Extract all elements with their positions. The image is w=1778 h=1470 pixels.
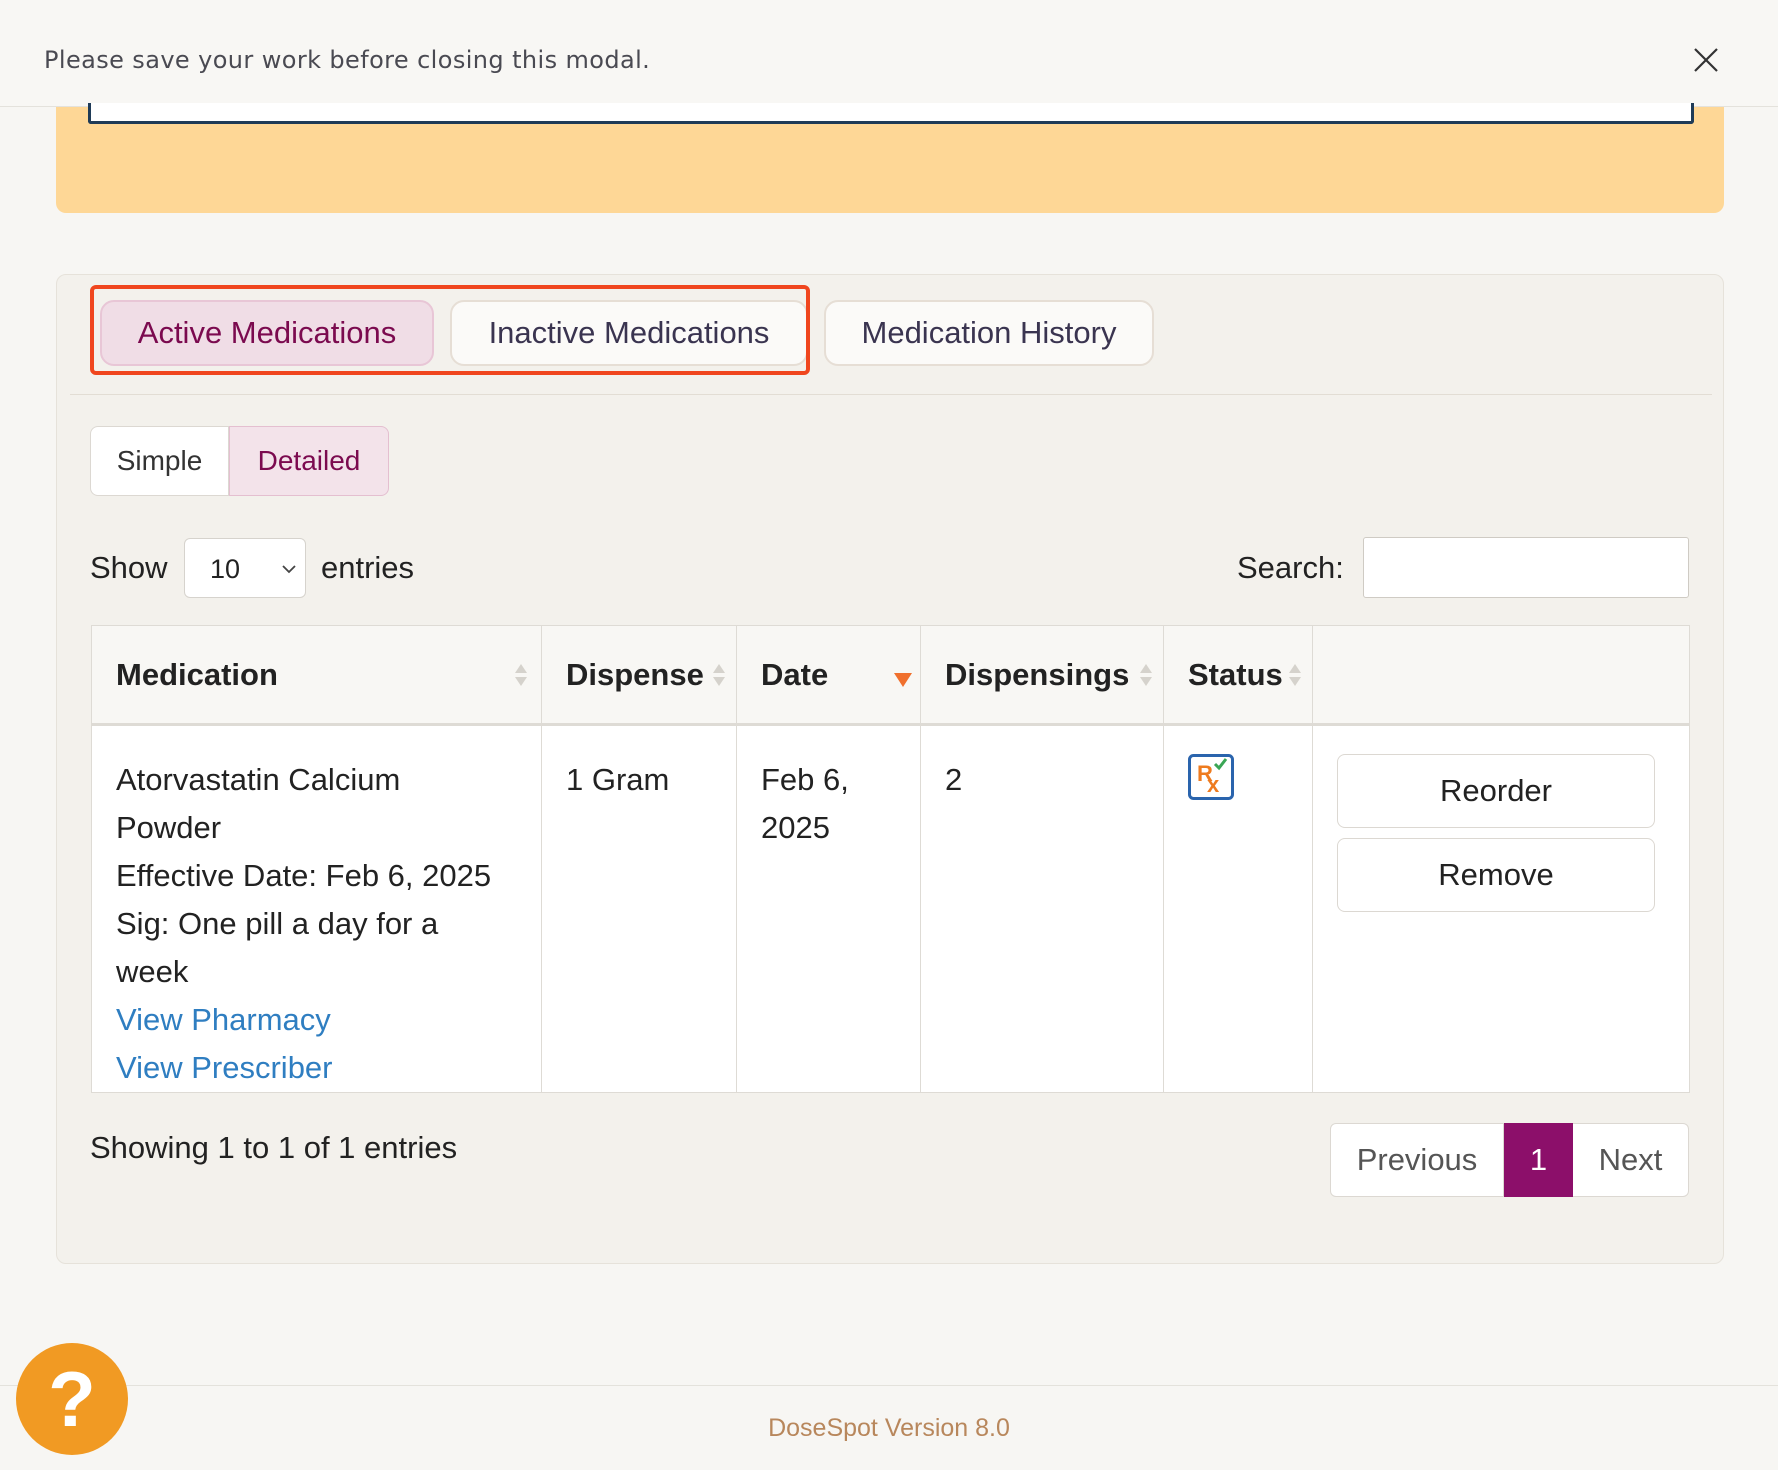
view-prescriber-link[interactable]: View Prescriber	[116, 1044, 541, 1092]
dispense-value: 1 Gram	[566, 762, 670, 797]
dispense-cell: 1 Gram	[541, 724, 737, 1093]
date-value: Feb 6,	[761, 762, 849, 797]
medication-name: Atorvastatin Calcium	[116, 762, 401, 797]
status-cell: R x	[1163, 724, 1313, 1093]
search-input[interactable]	[1363, 537, 1689, 598]
remove-button[interactable]: Remove	[1337, 838, 1655, 912]
detailed-view-button[interactable]: Detailed	[229, 426, 389, 496]
view-pharmacy-link[interactable]: View Pharmacy	[116, 996, 541, 1044]
column-header-dispensings[interactable]: Dispensings	[920, 625, 1164, 726]
next-page-button[interactable]: Next	[1573, 1123, 1689, 1197]
column-header-dispense-label: Dispense	[566, 656, 704, 692]
actions-cell: Reorder Remove	[1312, 724, 1690, 1093]
medication-name-cont: Powder	[116, 810, 222, 845]
medications-table: Medication Dispense Date Dispensings Sta…	[91, 625, 1690, 1093]
rx-icon[interactable]: R x	[1188, 754, 1234, 800]
column-header-dispense[interactable]: Dispense	[541, 625, 737, 726]
sig-text-cont: week	[116, 954, 189, 989]
previous-page-button[interactable]: Previous	[1330, 1123, 1504, 1197]
sort-descending-icon	[894, 673, 912, 687]
column-header-status[interactable]: Status	[1163, 625, 1313, 726]
simple-view-button[interactable]: Simple	[90, 426, 229, 496]
table-info: Showing 1 to 1 of 1 entries	[90, 1130, 458, 1165]
search-label: Search:	[1237, 550, 1344, 585]
notice-panel	[56, 103, 1724, 213]
view-toggle: Simple Detailed	[90, 426, 389, 496]
date-cell: Feb 6, 2025	[736, 724, 921, 1093]
footer-version: DoseSpot Version 8.0	[768, 1414, 1010, 1442]
column-header-date-label: Date	[761, 656, 829, 692]
sort-both-icon	[515, 664, 527, 686]
table-row: Atorvastatin Calcium Powder Effective Da…	[91, 724, 1690, 1093]
date-value-cont: 2025	[761, 810, 830, 845]
show-label: Show	[90, 550, 168, 585]
svg-text:x: x	[1207, 772, 1220, 797]
column-header-dispensings-label: Dispensings	[945, 656, 1130, 692]
entries-label: entries	[321, 550, 415, 585]
tabs-divider	[70, 394, 1712, 395]
tabs-highlight-box	[90, 285, 810, 375]
column-header-actions	[1312, 625, 1690, 726]
sort-both-icon	[1140, 664, 1152, 686]
column-header-medication-label: Medication	[116, 656, 278, 692]
column-header-medication[interactable]: Medication	[91, 625, 542, 726]
sort-both-icon	[1289, 664, 1301, 686]
footer-divider	[0, 1385, 1778, 1386]
column-header-status-label: Status	[1188, 656, 1283, 692]
entries-select-value: 10	[210, 554, 241, 584]
notice-input[interactable]	[88, 103, 1694, 124]
chevron-down-icon	[282, 565, 296, 574]
reorder-button[interactable]: Reorder	[1337, 754, 1655, 828]
tab-medication-history[interactable]: Medication History	[824, 300, 1154, 366]
effective-date: Effective Date: Feb 6, 2025	[116, 858, 492, 893]
help-button[interactable]: ?	[16, 1343, 128, 1455]
column-header-date[interactable]: Date	[736, 625, 921, 726]
pagination: Previous 1 Next	[1330, 1123, 1689, 1197]
modal-banner: Please save your work before closing thi…	[0, 0, 1778, 107]
entries-select[interactable]: 10	[184, 538, 306, 598]
sig-text: Sig: One pill a day for a	[116, 906, 439, 941]
page-1-button[interactable]: 1	[1504, 1123, 1573, 1197]
banner-message: Please save your work before closing thi…	[44, 46, 651, 74]
close-icon[interactable]	[1692, 46, 1720, 74]
medication-cell: Atorvastatin Calcium Powder Effective Da…	[91, 724, 542, 1093]
dispensings-cell: 2	[920, 724, 1164, 1093]
question-icon: ?	[48, 1354, 96, 1443]
dispensings-value: 2	[945, 762, 963, 797]
sort-both-icon	[713, 664, 725, 686]
